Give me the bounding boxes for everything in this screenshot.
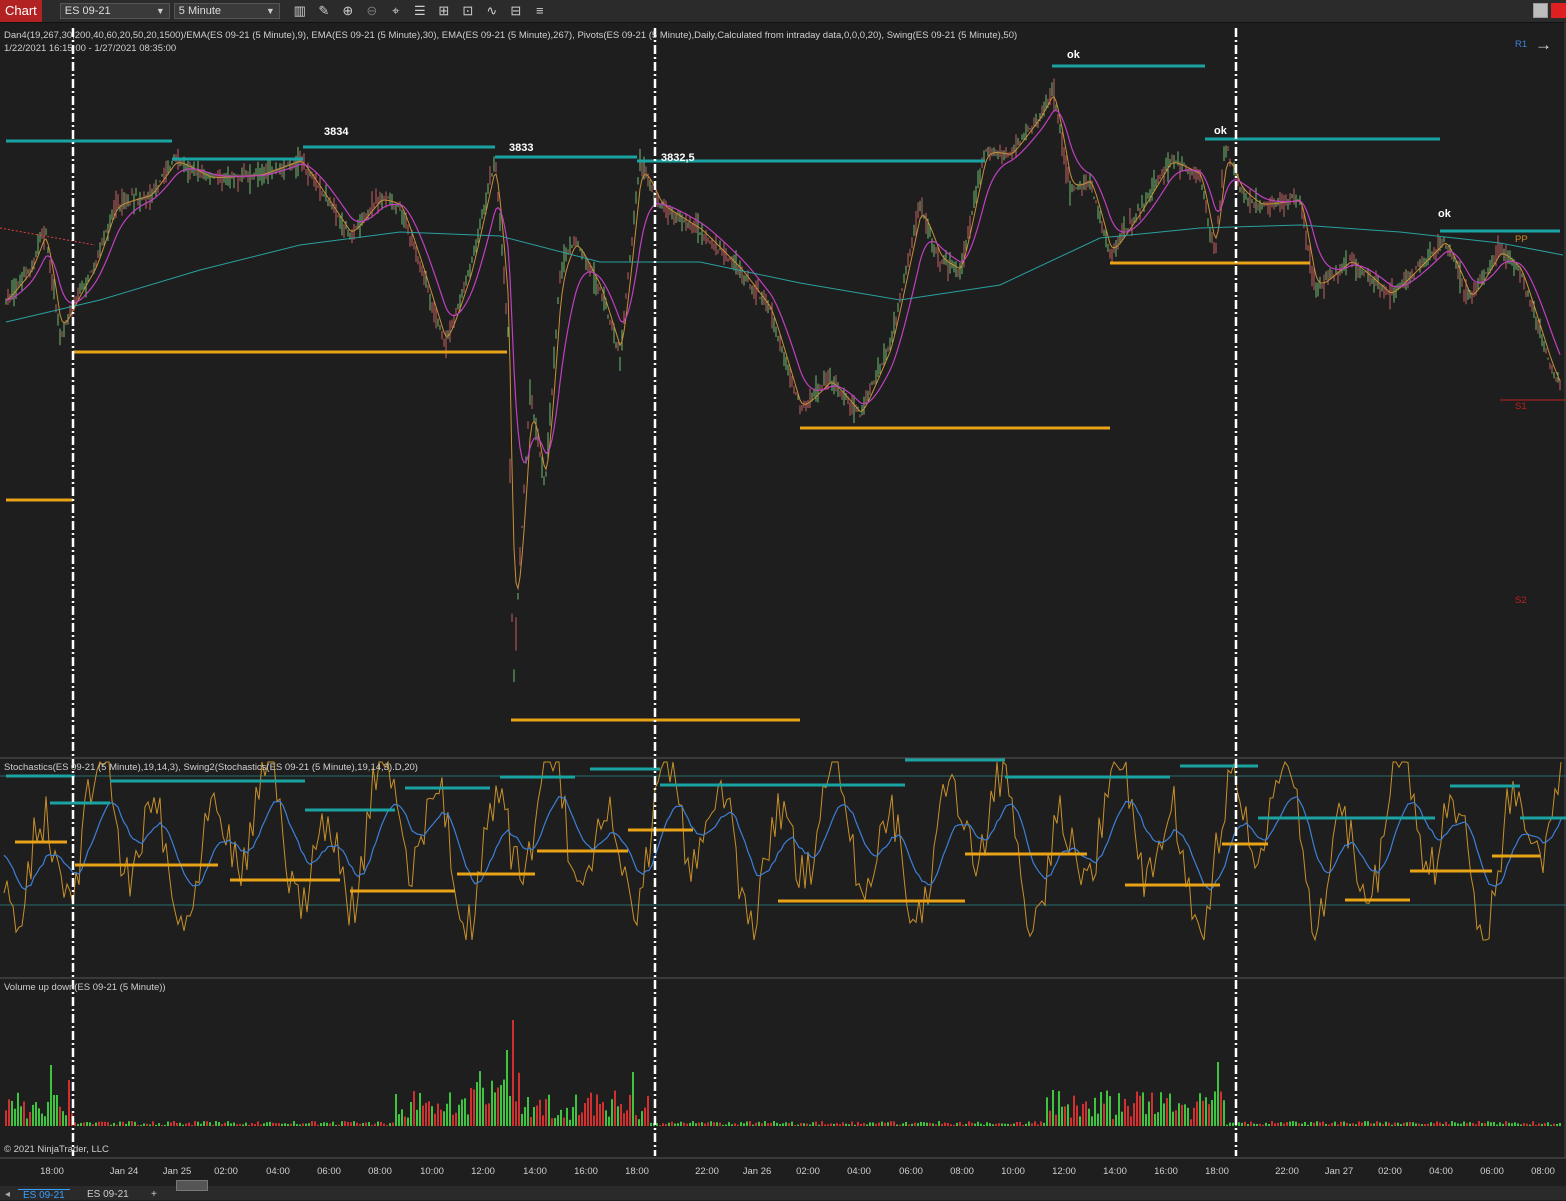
pencil-icon[interactable]: ✎ <box>316 3 332 19</box>
swing-high-label: ok <box>1438 208 1451 220</box>
indicators-icon[interactable]: ⊞ <box>436 3 452 19</box>
time-axis-label: 02:00 <box>214 1166 238 1177</box>
time-axis-label: Jan 25 <box>162 1166 192 1177</box>
time-axis-label: 06:00 <box>899 1166 923 1177</box>
time-axis-label: 18:00 <box>625 1166 649 1177</box>
ema-9-line <box>5 96 1561 591</box>
time-axis-label: Jan 26 <box>742 1166 772 1177</box>
time-axis-label: 14:00 <box>523 1166 547 1177</box>
time-axis-label: 06:00 <box>317 1166 341 1177</box>
pivot-s1-label: S1 <box>1515 401 1527 412</box>
window-buttons <box>1530 3 1566 18</box>
chart-window-tab[interactable]: Chart <box>0 0 42 22</box>
time-axis-label: 06:00 <box>1480 1166 1504 1177</box>
add-tab-button[interactable]: + <box>146 1189 162 1200</box>
date-range-label: 1/22/2021 16:15:00 - 1/27/2021 08:35:00 <box>4 43 177 54</box>
properties-icon[interactable]: ☰ <box>412 3 428 19</box>
menu-icon[interactable]: ≡ <box>532 3 548 19</box>
pivot-pp-label: PP <box>1515 234 1528 245</box>
pivot-s2-label: S2 <box>1515 595 1527 606</box>
horizontal-scrollbar[interactable] <box>176 1180 208 1191</box>
ema-267-line <box>5 224 1564 323</box>
pivot-r1-label: R1 <box>1515 39 1528 50</box>
strategies-icon[interactable]: ⊡ <box>460 3 476 19</box>
time-axis-label: 08:00 <box>950 1166 974 1177</box>
interval-selector[interactable]: 5 Minute ▼ <box>173 3 280 19</box>
swing-high-label: ok <box>1067 49 1080 61</box>
time-axis-label: 04:00 <box>266 1166 290 1177</box>
time-axis-label: 12:00 <box>471 1166 495 1177</box>
instrument-tab-bar: ◂ ES 09-21 ES 09-21 + <box>0 1180 1566 1201</box>
ema-30-line <box>5 109 1561 464</box>
time-axis-label: 16:00 <box>1154 1166 1178 1177</box>
volume-panel <box>5 1020 1561 1126</box>
instrument-tab[interactable]: ES 09-21 <box>82 1189 134 1200</box>
arrow-right-icon[interactable]: → <box>1535 35 1552 55</box>
instrument-value: ES 09-21 <box>64 5 111 17</box>
chevron-down-icon: ▼ <box>155 6 165 16</box>
indicator-legend: Dan4(19,267,30,200,40,60,20,50,20,1500)/… <box>4 30 1018 41</box>
chart-trader-icon[interactable]: ∿ <box>484 3 500 19</box>
templates-icon[interactable]: ⊟ <box>508 3 524 19</box>
stochastics-legend: Stochastics(ES 09-21 (5 Minute),19,14,3)… <box>4 762 418 773</box>
restore-button[interactable] <box>1533 3 1548 18</box>
chevron-down-icon: ▼ <box>265 6 275 16</box>
time-axis-label: 16:00 <box>574 1166 598 1177</box>
time-axis-label: 02:00 <box>796 1166 820 1177</box>
scroll-left-icon[interactable]: ◂ <box>0 1189 15 1200</box>
volume-legend: Volume up down(ES 09-21 (5 Minute)) <box>4 982 166 993</box>
time-axis-label: Jan 27 <box>1324 1166 1354 1177</box>
crosshair-icon[interactable]: ⌖ <box>388 3 404 19</box>
swing-high-label: 3832,5 <box>661 152 695 164</box>
time-axis-label: 14:00 <box>1103 1166 1127 1177</box>
chart-grid <box>0 22 1566 1159</box>
time-axis-label: Jan 24 <box>109 1166 139 1177</box>
time-axis-label: 22:00 <box>1275 1166 1299 1177</box>
price-chart-canvas[interactable] <box>0 22 1566 1186</box>
chart-toolbar: Chart ES 09-21 ▼ 5 Minute ▼ ▥ ✎ ⊕ ⊖ ⌖ ☰ … <box>0 0 1566 23</box>
time-axis-label: 18:00 <box>40 1166 64 1177</box>
time-axis-label: 10:00 <box>420 1166 444 1177</box>
time-axis-label: 04:00 <box>847 1166 871 1177</box>
bar-type-icon[interactable]: ▥ <box>292 3 308 19</box>
interval-value: 5 Minute <box>178 5 221 17</box>
time-axis-label: 22:00 <box>695 1166 719 1177</box>
swing-high-label: ok <box>1214 125 1227 137</box>
time-axis-label: 10:00 <box>1001 1166 1025 1177</box>
instrument-selector[interactable]: ES 09-21 ▼ <box>59 3 170 19</box>
time-axis-label: 08:00 <box>368 1166 392 1177</box>
stochastics-panel <box>0 758 1566 942</box>
swing-high-label: 3833 <box>509 142 534 154</box>
stoch-k-line <box>3 760 1562 942</box>
zoom-in-icon[interactable]: ⊕ <box>340 3 356 19</box>
swing-high-label: 3834 <box>324 126 349 138</box>
copyright-label: © 2021 NinjaTrader, LLC <box>4 1144 109 1155</box>
time-axis-label: 18:00 <box>1205 1166 1229 1177</box>
time-axis-label: 02:00 <box>1378 1166 1402 1177</box>
price-panel <box>0 64 1566 722</box>
zoom-out-icon[interactable]: ⊖ <box>364 3 380 19</box>
instrument-tab[interactable]: ES 09-21 <box>18 1189 70 1201</box>
time-axis-label: 08:00 <box>1531 1166 1555 1177</box>
time-axis-label: 04:00 <box>1429 1166 1453 1177</box>
close-button[interactable] <box>1551 3 1566 18</box>
time-axis-label: 12:00 <box>1052 1166 1076 1177</box>
